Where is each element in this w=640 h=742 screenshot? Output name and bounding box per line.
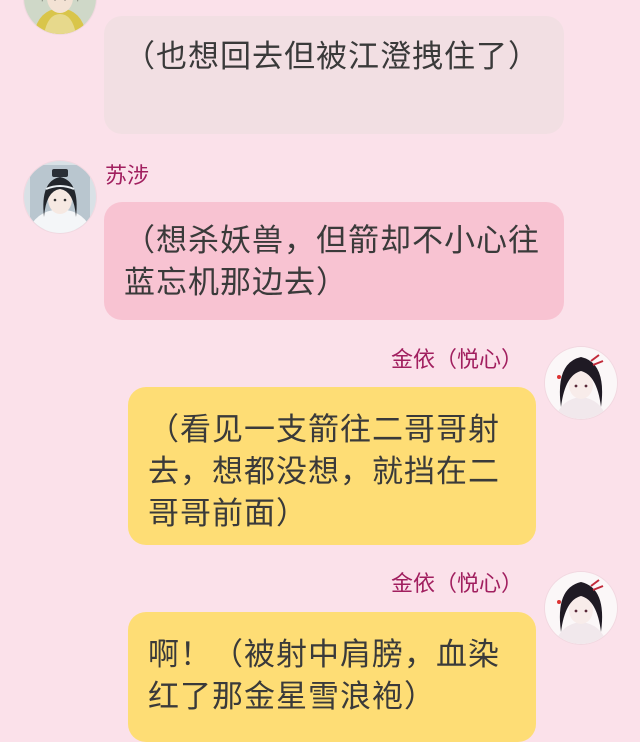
avatar-icon[interactable] — [24, 161, 96, 233]
message-bubble: 啊！（被射中肩膀，血染红了那金星雪浪袍） — [128, 612, 536, 742]
chat-view: （也想回去但被江澄拽住了） 苏涉 （想杀妖兽，但箭却不小心往蓝忘机那边去） 金依… — [0, 0, 640, 725]
message-bubble: （也想回去但被江澄拽住了） — [104, 16, 564, 134]
sender-name: 苏涉 — [105, 163, 149, 191]
avatar-icon[interactable] — [24, 0, 96, 34]
avatar-icon[interactable] — [545, 347, 617, 419]
message-bubble: （看见一支箭往二哥哥射去，想都没想，就挡在二哥哥前面） — [128, 387, 536, 545]
avatar-icon[interactable] — [545, 572, 617, 644]
message-bubble: （想杀妖兽，但箭却不小心往蓝忘机那边去） — [104, 202, 564, 320]
sender-name: 金依（悦心） — [391, 571, 523, 599]
sender-name: 金依（悦心） — [391, 347, 523, 375]
